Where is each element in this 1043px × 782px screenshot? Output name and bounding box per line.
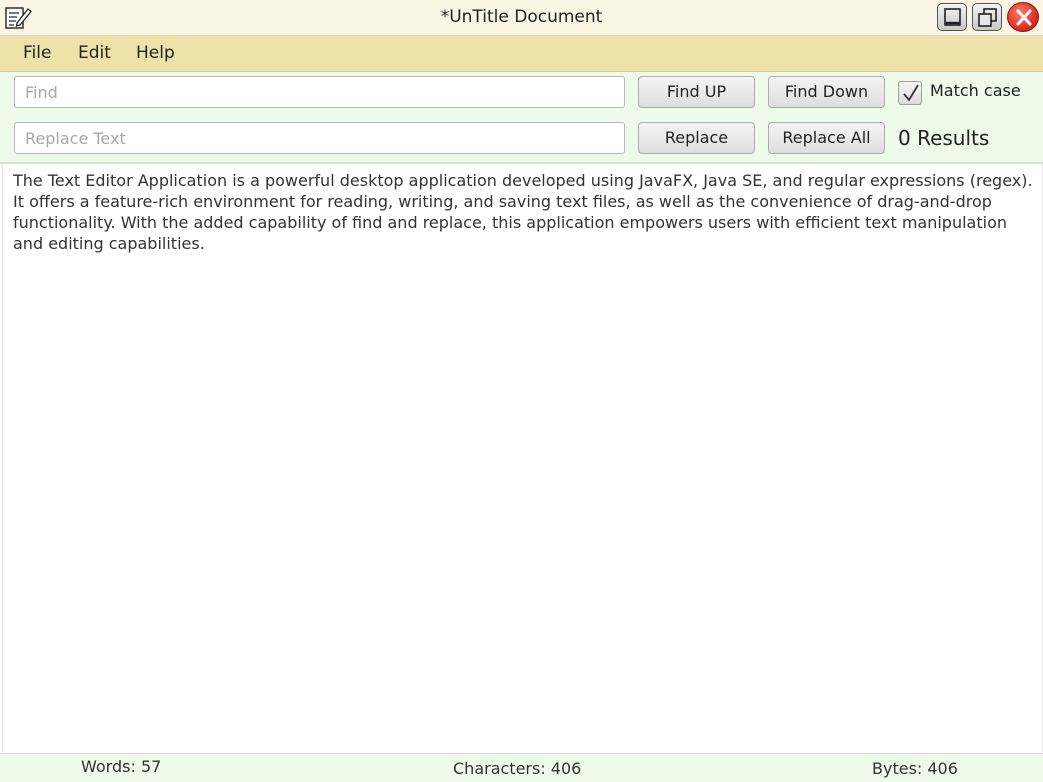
menu-edit[interactable]: Edit — [67, 36, 122, 71]
status-bar: Words: 57 Characters: 406 Bytes: 406 — [0, 753, 1043, 782]
restore-button[interactable] — [972, 3, 1002, 31]
menu-bar: File Edit Help — [0, 36, 1043, 72]
menu-help[interactable]: Help — [125, 36, 186, 71]
window-title: *UnTitle Document — [440, 7, 603, 27]
title-bar[interactable]: *UnTitle Document — [0, 0, 1043, 36]
byte-count: Bytes: 406 — [872, 759, 958, 778]
minimize-button[interactable] — [937, 3, 967, 31]
find-down-button[interactable]: Find Down — [768, 76, 885, 108]
word-count: Words: 57 — [81, 757, 162, 776]
find-up-button[interactable]: Find UP — [638, 76, 755, 108]
editor-content[interactable]: The Text Editor Application is a powerfu… — [13, 170, 1033, 254]
text-editor[interactable]: The Text Editor Application is a powerfu… — [2, 164, 1043, 752]
match-case-label[interactable]: Match case — [930, 80, 1021, 102]
find-input[interactable] — [14, 76, 625, 108]
close-button[interactable] — [1007, 2, 1039, 32]
character-count: Characters: 406 — [453, 759, 582, 778]
replace-all-button[interactable]: Replace All — [768, 122, 885, 154]
find-replace-toolbar: Find UP Find Down Replace Replace All Ma… — [0, 72, 1043, 164]
results-count: 0 Results — [898, 126, 990, 150]
menu-file[interactable]: File — [12, 36, 62, 71]
replace-button[interactable]: Replace — [638, 122, 755, 154]
match-case-checkbox[interactable] — [898, 81, 922, 105]
replace-input[interactable] — [14, 122, 625, 154]
